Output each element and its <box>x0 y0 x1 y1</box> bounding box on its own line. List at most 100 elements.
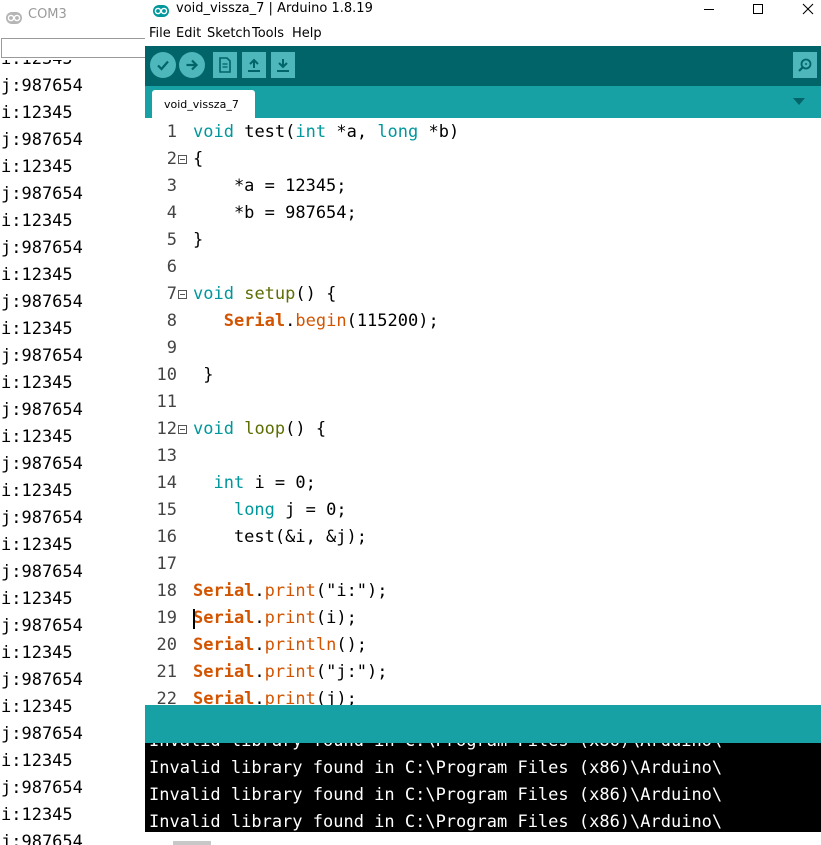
line-number: 16 <box>156 527 177 547</box>
code-token: println <box>264 635 337 655</box>
code-token: print <box>264 662 316 682</box>
code-token: . <box>254 662 265 682</box>
code-token: int <box>295 122 327 142</box>
line-number: 22 <box>156 689 177 705</box>
code-token: Serial <box>193 608 255 628</box>
code-token: void <box>193 284 234 304</box>
line-number: 17 <box>156 554 177 574</box>
console-scrollbar[interactable] <box>145 832 821 845</box>
code-line: Serial.print("j:"); <box>193 662 388 682</box>
serial-line: i:12345 <box>1 373 73 393</box>
serial-line: j:987654 <box>1 346 83 366</box>
serial-line: i:12345 <box>1 805 73 825</box>
code-line: void loop() { <box>193 419 326 439</box>
code-token: . <box>285 311 296 331</box>
code-line: } <box>193 365 213 385</box>
code-token: () { <box>295 284 337 304</box>
menu-file[interactable]: File <box>149 26 171 41</box>
code-token: setup <box>244 284 296 304</box>
code-token: Serial <box>193 581 255 601</box>
code-token: print <box>264 689 316 705</box>
console-line: Invalid library found in C:\Program File… <box>149 758 723 778</box>
ide-titlebar[interactable]: void_vissza_7 | Arduino 1.8.19 <box>145 0 821 22</box>
code-token: . <box>254 689 265 705</box>
line-number: 20 <box>156 635 177 655</box>
code-token: loop <box>244 419 286 439</box>
toolbar <box>145 46 821 86</box>
save-button[interactable] <box>271 52 295 78</box>
arduino-logo-icon <box>6 9 22 28</box>
code-token: (); <box>336 635 368 655</box>
code-token: Serial <box>193 635 255 655</box>
minimize-icon <box>704 9 714 10</box>
menu-edit[interactable]: Edit <box>176 26 201 41</box>
new-button[interactable] <box>213 52 237 78</box>
code-token: ("i:"); <box>315 581 388 601</box>
code-token: *b) <box>418 122 460 142</box>
line-number: 1 <box>166 122 177 142</box>
serial-line: j:987654 <box>1 130 83 150</box>
code-line: Serial.println(); <box>193 635 367 655</box>
serial-output[interactable]: i:12345 j:987654 i:12345 j:987654 i:12345 j:9… <box>0 60 147 845</box>
serial-line: j:987654 <box>1 724 83 744</box>
serial-line: j:987654 <box>1 562 83 582</box>
code-line: int i = 0; <box>193 473 315 493</box>
code-token: long <box>377 122 419 142</box>
chevron-down-icon <box>793 98 805 105</box>
code-line: *b = 987654; <box>193 203 357 223</box>
code-token: int <box>213 473 245 493</box>
serial-line: i:12345 <box>0 60 83 73</box>
serial-send-input[interactable] <box>1 38 151 58</box>
open-button[interactable] <box>242 52 266 78</box>
code-line: void test(int *a, long *b) <box>193 122 459 142</box>
code-token: begin <box>295 311 347 331</box>
tab-menu-button[interactable] <box>788 92 810 110</box>
line-number: 4 <box>166 203 177 223</box>
serial-monitor-icon <box>798 58 812 72</box>
code-token: . <box>254 608 265 628</box>
code-token: . <box>254 581 265 601</box>
code-token: { <box>193 149 204 169</box>
line-number: 2 <box>166 149 177 169</box>
line-number: 3 <box>166 176 177 196</box>
menu-bar: File Edit Sketch Tools Help <box>145 22 821 46</box>
serial-line: i:12345 <box>1 697 73 717</box>
minimize-button[interactable] <box>687 0 731 18</box>
menu-help[interactable]: Help <box>292 26 322 41</box>
menu-tools[interactable]: Tools <box>252 26 284 41</box>
upload-button[interactable] <box>179 52 205 78</box>
serial-line: i:12345 <box>1 319 73 339</box>
menu-sketch[interactable]: Sketch <box>207 26 251 41</box>
code-line: Serial.print(i); <box>193 608 357 628</box>
line-number: 14 <box>156 473 177 493</box>
tab-sketch[interactable]: void_vissza_7 <box>152 90 255 118</box>
verify-button[interactable] <box>150 52 176 78</box>
serial-monitor-button[interactable] <box>793 52 817 78</box>
horizontal-scroll-thumb[interactable] <box>173 841 211 845</box>
close-button[interactable] <box>786 0 821 18</box>
fold-toggle-icon[interactable] <box>178 155 187 164</box>
new-icon <box>219 57 231 73</box>
code-token: void <box>193 419 234 439</box>
serial-line: j:987654 <box>1 400 83 420</box>
status-bar <box>145 705 821 743</box>
code-token: *a = 12345; <box>193 176 347 196</box>
console-output[interactable]: Invalid library found in C:\Program File… <box>145 743 821 832</box>
code-token: (i); <box>315 608 357 628</box>
line-number: 15 <box>156 500 177 520</box>
maximize-button[interactable] <box>736 0 780 18</box>
code-token: () { <box>285 419 327 439</box>
console-line: Invalid library found in C:\Program File… <box>149 785 723 805</box>
tab-label: void_vissza_7 <box>164 98 239 111</box>
maximize-icon <box>753 4 763 14</box>
fold-toggle-icon[interactable] <box>178 425 187 434</box>
line-number: 7 <box>166 284 177 304</box>
serial-monitor-titlebar[interactable]: COM3 <box>0 0 147 32</box>
fold-toggle-icon[interactable] <box>178 290 187 299</box>
code-line: } <box>193 230 203 250</box>
code-token: Serial <box>223 311 286 331</box>
serial-line: j:987654 <box>1 670 83 690</box>
code-editor[interactable]: 1 void test(int *a, long *b) 2 {3 *a = 1234… <box>145 118 821 705</box>
